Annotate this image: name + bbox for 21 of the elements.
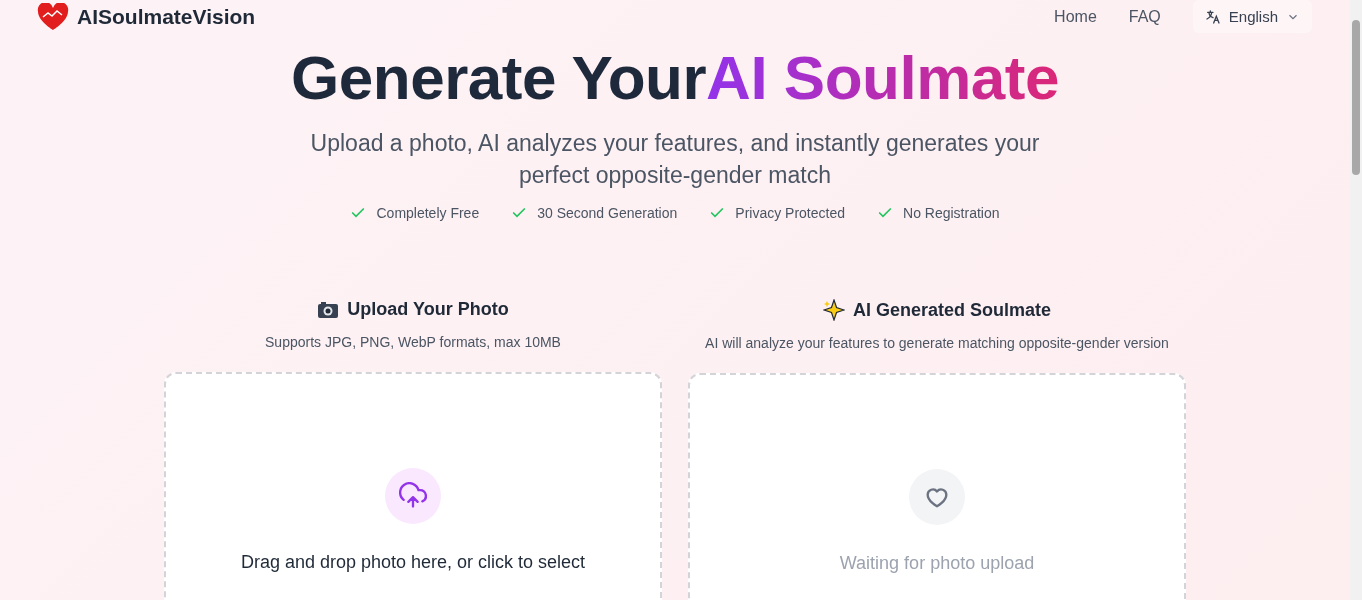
camera-icon: [317, 300, 340, 319]
feature-label: Privacy Protected: [735, 205, 845, 221]
feature-label: No Registration: [903, 205, 1000, 221]
feature-label: Completely Free: [376, 205, 480, 221]
nav-link[interactable]: FAQ: [1128, 7, 1161, 26]
translate-icon: [1204, 8, 1221, 25]
upload-dropzone[interactable]: Drag and drop photo here, or click to select: [164, 372, 662, 600]
upload-cloud-icon: [399, 482, 427, 510]
panel-message: Drag and drop photo here, or click to select: [240, 552, 586, 573]
brand-name: AISoulmateVision: [77, 4, 256, 29]
hero-subtitle: Upload a photo, AI analyzes your features, and instantly generates your perfect opposite-gender match: [309, 129, 1041, 190]
language-selector[interactable]: English: [1192, 0, 1312, 33]
hero-title: Generate Your: [291, 47, 707, 109]
feature-label: 30 Second Generation: [537, 205, 678, 221]
panel-caption: Supports JPG, PNG, WebP formats, max 10MB: [265, 334, 561, 350]
panel-message: Waiting for photo upload: [839, 553, 1035, 574]
panel-title: Upload Your Photo: [347, 299, 509, 320]
sparkles-icon: [822, 299, 845, 321]
panel-title: AI Generated Soulmate: [852, 299, 1052, 321]
nav-link[interactable]: Home: [1054, 7, 1097, 26]
panel-caption: AI will analyze your features to generate matching opposite-gender version: [705, 335, 1169, 351]
